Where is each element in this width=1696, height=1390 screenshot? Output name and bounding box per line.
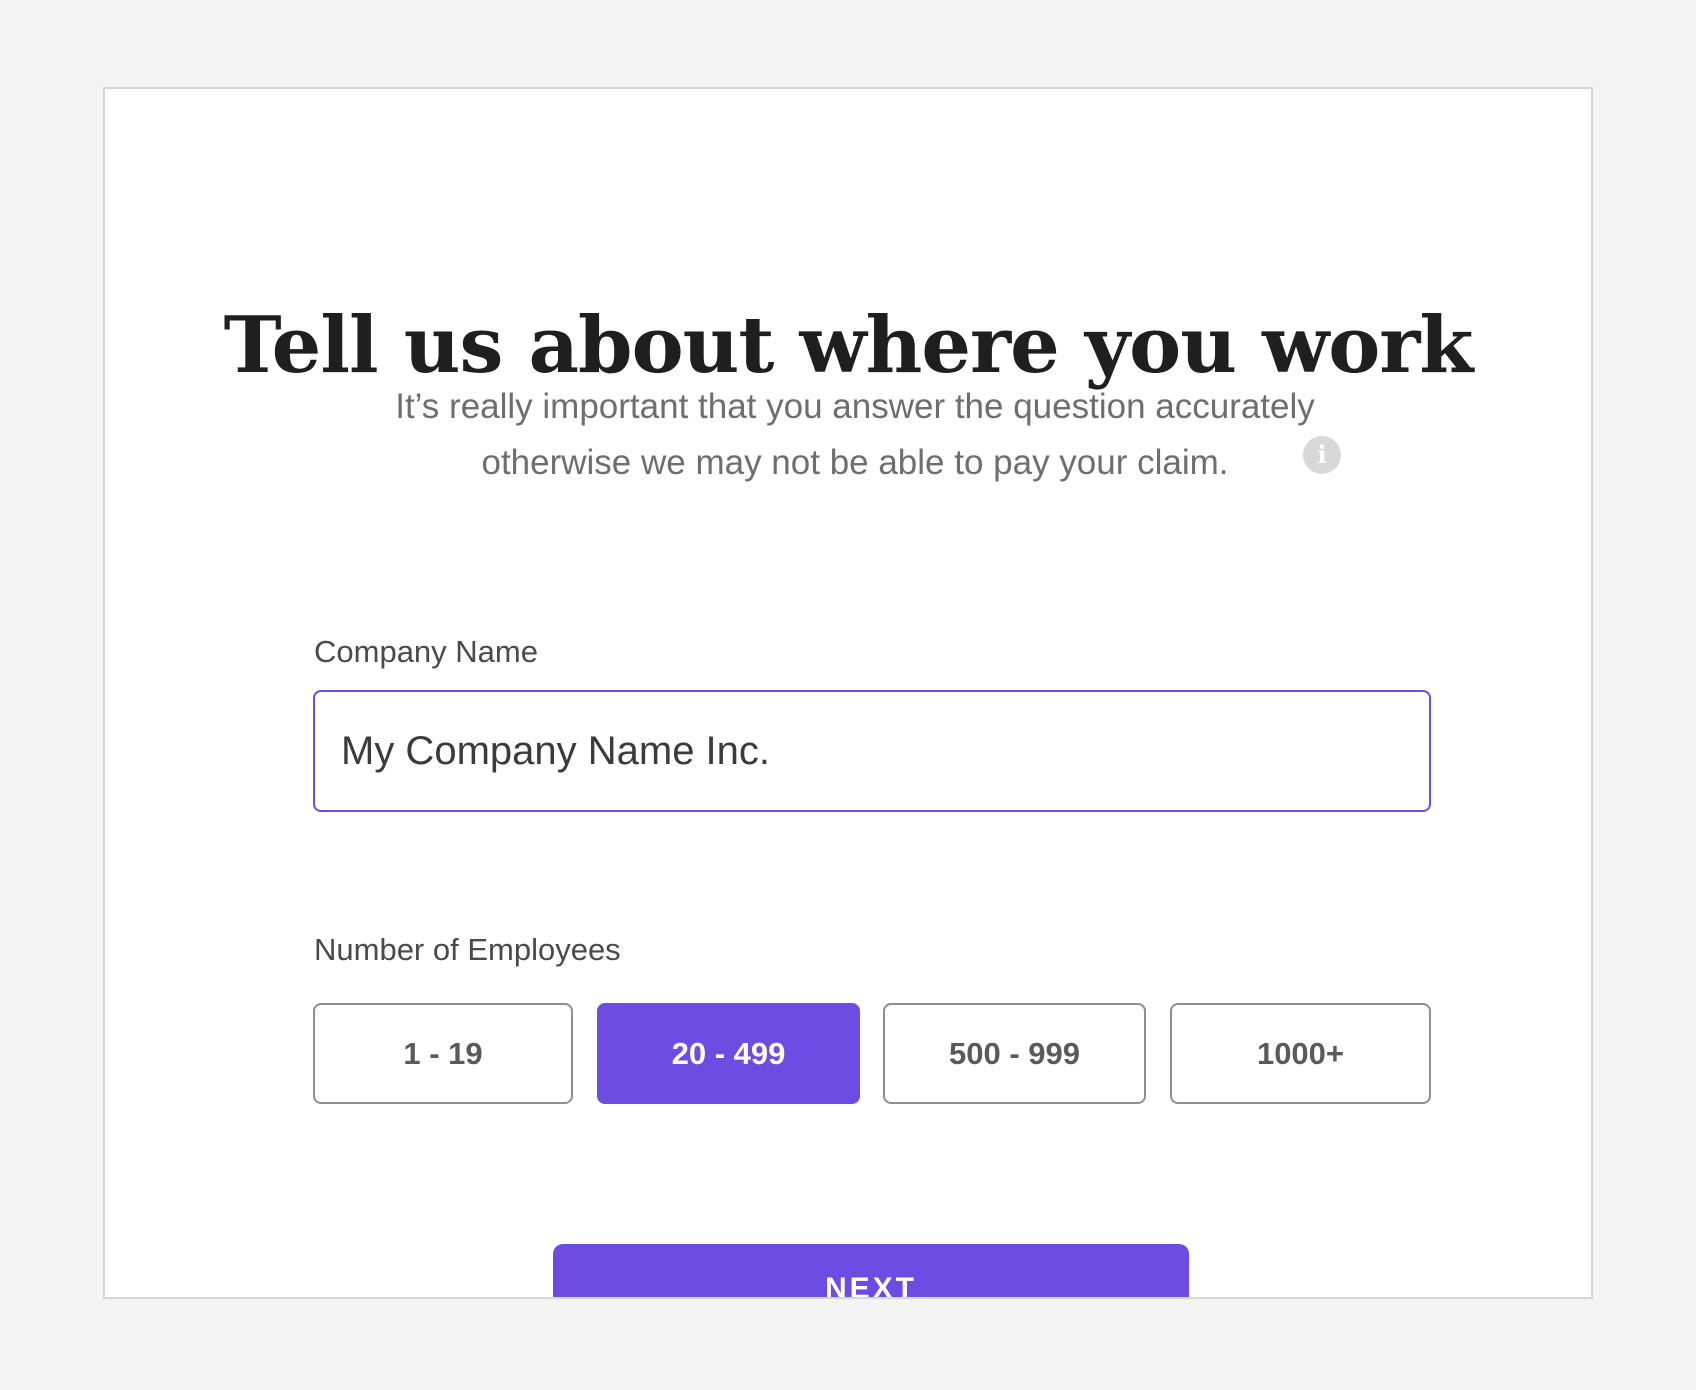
next-button[interactable]: NEXT (553, 1244, 1189, 1297)
page-title: Tell us about where you work (223, 300, 1474, 391)
employee-option-1-19[interactable]: 1 - 19 (313, 1003, 573, 1104)
company-name-input[interactable] (313, 690, 1431, 812)
subtitle-line-2: otherwise we may not be able to pay your… (481, 443, 1229, 482)
subtitle-line-1: It’s really important that you answer th… (395, 387, 1315, 426)
page-subtitle: It’s really important that you answer th… (365, 379, 1345, 491)
employee-count-options: 1 - 19 20 - 499 500 - 999 1000+ (313, 1003, 1431, 1104)
employee-option-500-999[interactable]: 500 - 999 (883, 1003, 1146, 1104)
form-card: Tell us about where you work It’s really… (103, 87, 1593, 1299)
info-icon[interactable]: i (1303, 436, 1341, 474)
employee-option-20-499[interactable]: 20 - 499 (597, 1003, 860, 1104)
company-name-label: Company Name (314, 634, 538, 669)
employee-option-1000-plus[interactable]: 1000+ (1170, 1003, 1431, 1104)
employees-label: Number of Employees (314, 932, 621, 967)
